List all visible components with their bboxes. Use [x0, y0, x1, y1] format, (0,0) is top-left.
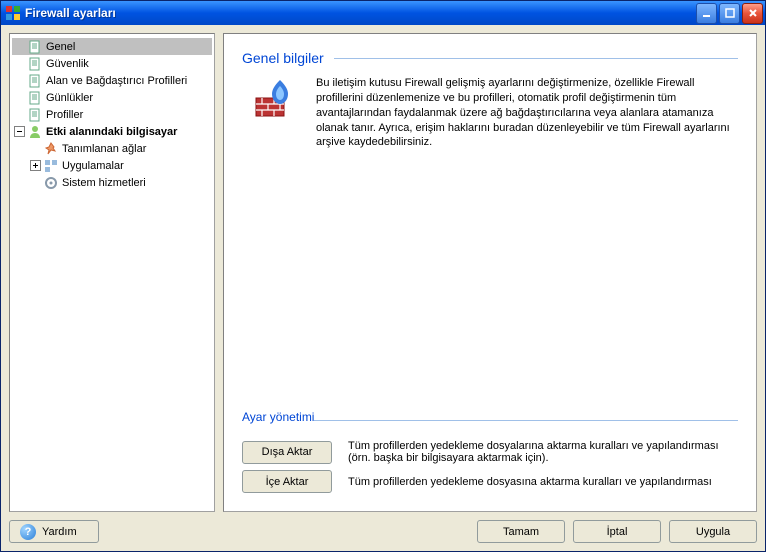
expand-icon[interactable] — [30, 160, 41, 171]
titlebar[interactable]: Firewall ayarları — [1, 1, 765, 25]
section-title: Genel bilgiler — [242, 50, 324, 66]
mgmt-header: Ayar yönetimi — [242, 410, 738, 430]
content-area: Genel Güvenlik Alan ve Bağdaştırıcı Prof… — [1, 25, 765, 551]
nav-tree[interactable]: Genel Güvenlik Alan ve Bağdaştırıcı Prof… — [9, 33, 215, 512]
firewall-icon — [242, 76, 306, 150]
help-icon: ? — [20, 524, 36, 540]
tree-item-general[interactable]: Genel — [12, 38, 212, 55]
window-controls — [696, 3, 763, 24]
mgmt-title: Ayar yönetimi — [242, 410, 314, 424]
tree-item-defined-networks[interactable]: Tanımlanan ağlar — [12, 140, 212, 157]
firewall-settings-window: Firewall ayarları Genel Güvenli — [0, 0, 766, 552]
apply-button[interactable]: Uygula — [669, 520, 757, 543]
import-description: Tüm profillerden yedekleme dosyasına akt… — [348, 476, 738, 488]
import-row: İçe Aktar Tüm profillerden yedekleme dos… — [242, 470, 738, 493]
section-header: Genel bilgiler — [242, 50, 738, 66]
collapse-icon[interactable] — [14, 126, 25, 137]
tree-item-domain-computer[interactable]: Etki alanındaki bilgisayar — [12, 123, 212, 140]
ok-button[interactable]: Tamam — [477, 520, 565, 543]
import-button[interactable]: İçe Aktar — [242, 470, 332, 493]
cancel-button[interactable]: İptal — [573, 520, 661, 543]
main-panels: Genel Güvenlik Alan ve Bağdaştırıcı Prof… — [9, 33, 757, 512]
tree-item-adapter-profiles[interactable]: Alan ve Bağdaştırıcı Profilleri — [12, 72, 212, 89]
export-description: Tüm profillerden yedekleme dosyalarına a… — [348, 440, 738, 464]
services-icon — [43, 175, 59, 191]
tree-item-logs[interactable]: Günlükler — [12, 89, 212, 106]
maximize-button[interactable] — [719, 3, 740, 24]
user-icon — [27, 124, 43, 140]
export-row: Dışa Aktar Tüm profillerden yedekleme do… — [242, 440, 738, 464]
info-row: Bu iletişim kutusu Firewall gelişmiş aya… — [242, 76, 738, 150]
help-button[interactable]: ? Yardım — [9, 520, 99, 543]
window-title: Firewall ayarları — [25, 6, 696, 20]
page-icon — [27, 107, 43, 123]
detail-panel: Genel bilgiler Bu iletişim kutusu Firewa… — [223, 33, 757, 512]
tree-item-security[interactable]: Güvenlik — [12, 55, 212, 72]
close-button[interactable] — [742, 3, 763, 24]
page-icon — [27, 73, 43, 89]
title-rule — [334, 58, 738, 59]
info-text: Bu iletişim kutusu Firewall gelişmiş aya… — [316, 76, 738, 150]
export-button[interactable]: Dışa Aktar — [242, 441, 332, 464]
page-icon — [27, 39, 43, 55]
tree-item-system-services[interactable]: Sistem hizmetleri — [12, 174, 212, 191]
page-icon — [27, 56, 43, 72]
mgmt-rule-line — [314, 420, 738, 421]
bottom-bar: ? Yardım Tamam İptal Uygula — [9, 518, 757, 543]
apps-icon — [43, 158, 59, 174]
tree-item-applications[interactable]: Uygulamalar — [12, 157, 212, 174]
help-label: Yardım — [42, 526, 77, 538]
minimize-button[interactable] — [696, 3, 717, 24]
pin-icon — [43, 141, 59, 157]
page-icon — [27, 90, 43, 106]
tree-item-profiles[interactable]: Profiller — [12, 106, 212, 123]
app-icon — [5, 5, 21, 21]
